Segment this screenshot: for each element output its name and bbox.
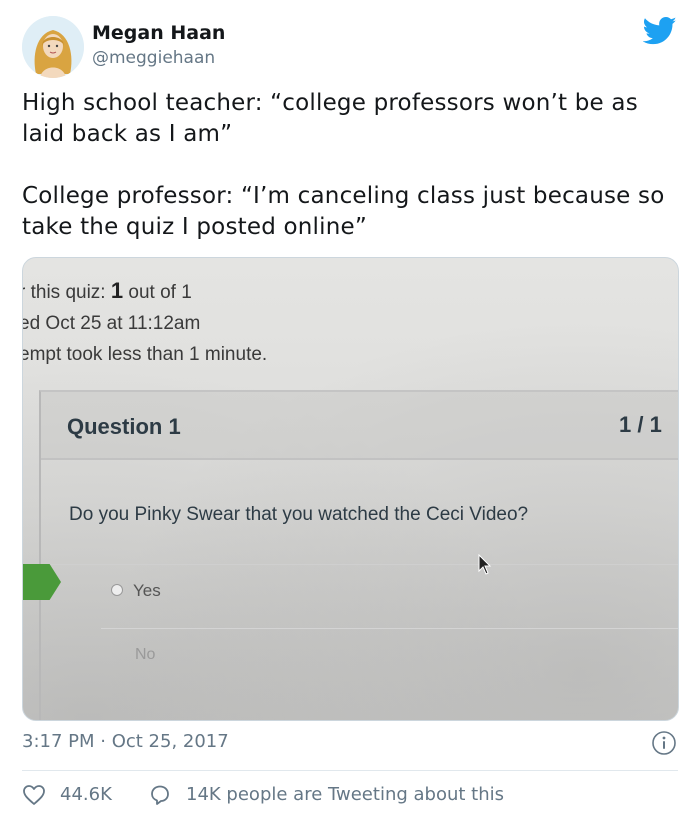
tweet-card: Megan Haan @meggiehaan High school teach… xyxy=(0,0,700,822)
twitter-bird-icon[interactable] xyxy=(643,16,677,46)
quiz-score-suffix: out of 1 xyxy=(123,282,192,303)
footer-divider xyxy=(22,770,678,771)
tweeting-about-link[interactable]: 14K people are Tweeting about this xyxy=(186,784,504,805)
quiz-score-value: 1 xyxy=(110,278,124,303)
question-title: Question 1 xyxy=(67,414,181,439)
question-header: Question 1 1 / 1 xyxy=(41,392,678,460)
answer-divider xyxy=(41,564,678,565)
quiz-score-prefix: r this quiz: xyxy=(22,282,111,303)
quiz-attempt-line: empt took less than 1 minute. xyxy=(22,344,268,365)
author-name[interactable]: Megan Haan xyxy=(92,22,225,44)
question-card: Question 1 1 / 1 Do you Pinky Swear that… xyxy=(39,390,678,720)
quiz-submitted-line: ed Oct 25 at 11:12am xyxy=(22,313,201,334)
answer-divider xyxy=(101,628,678,629)
question-text: Do you Pinky Swear that you watched the … xyxy=(69,504,529,525)
quiz-score-line: r this quiz: 1 out of 1 xyxy=(22,278,192,304)
tweet-text: High school teacher: “college professors… xyxy=(22,90,665,240)
question-score: 1 / 1 xyxy=(619,412,662,437)
like-count[interactable]: 44.6K xyxy=(60,784,112,805)
avatar[interactable] xyxy=(22,16,84,78)
author-handle[interactable]: @meggiehaan xyxy=(92,48,215,68)
tweet-photo[interactable]: r this quiz: 1 out of 1 ed Oct 25 at 11:… xyxy=(22,257,679,721)
heart-icon[interactable] xyxy=(22,783,46,807)
info-icon[interactable] xyxy=(651,730,677,756)
radio-button-yes xyxy=(111,584,123,596)
answer-option-yes: Yes xyxy=(133,581,161,600)
mouse-cursor-icon xyxy=(478,554,492,575)
reply-bubble-icon[interactable] xyxy=(148,783,172,807)
answer-option-no: No xyxy=(135,646,156,663)
tweet-timestamp[interactable]: 3:17 PM · Oct 25, 2017 xyxy=(22,731,229,752)
